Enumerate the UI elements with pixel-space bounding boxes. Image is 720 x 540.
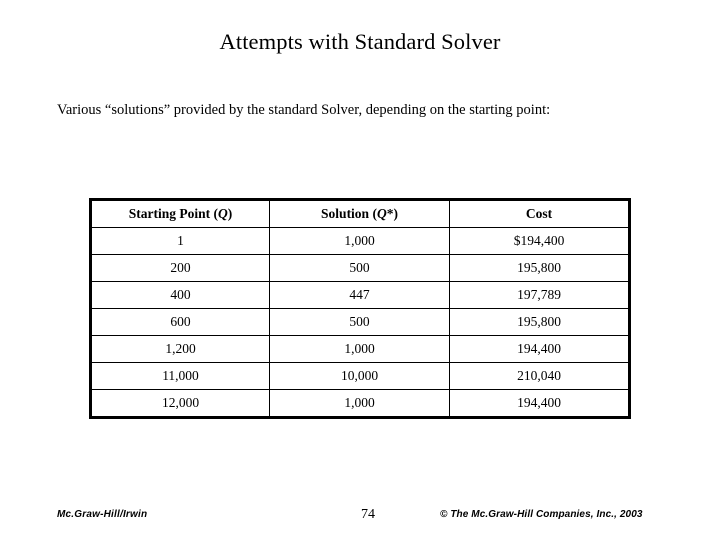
footer-page-number: 74 xyxy=(361,507,375,522)
cell-cost: 194,400 xyxy=(449,389,630,418)
cell-cost: 210,040 xyxy=(449,362,630,390)
cell-solution: 10,000 xyxy=(269,362,450,390)
column-header-starting-point-variable: Q xyxy=(218,206,228,221)
column-header-solution-suffix: *) xyxy=(386,206,398,221)
table-row: 1,200 1,000 194,400 xyxy=(90,335,630,363)
cell-cost: 195,800 xyxy=(449,254,630,282)
cell-solution: 1,000 xyxy=(269,335,450,363)
cell-cost: 195,800 xyxy=(449,308,630,336)
intro-paragraph: Various “solutions” provided by the stan… xyxy=(57,102,551,118)
cell-cost: 194,400 xyxy=(449,335,630,363)
column-header-starting-point-prefix: Starting Point ( xyxy=(128,206,218,221)
cell-solution: 500 xyxy=(269,308,450,336)
cell-cost: 197,789 xyxy=(449,281,630,309)
cell-starting-point: 200 xyxy=(90,254,270,282)
table-row: 600 500 195,800 xyxy=(90,308,630,336)
column-header-cost: Cost xyxy=(449,199,630,228)
table-header: Starting Point (Q) Solution (Q*) Cost xyxy=(90,199,630,228)
cell-starting-point: 11,000 xyxy=(90,362,270,390)
solver-results-table: Starting Point (Q) Solution (Q*) Cost 1 … xyxy=(89,198,631,419)
table-header-row: Starting Point (Q) Solution (Q*) Cost xyxy=(90,199,630,228)
table-row: 1 1,000 $194,400 xyxy=(90,227,630,255)
table-row: 400 447 197,789 xyxy=(90,281,630,309)
table-row: 11,000 10,000 210,040 xyxy=(90,362,630,390)
slide-title: Attempts with Standard Solver xyxy=(219,29,501,54)
cell-starting-point: 1 xyxy=(90,227,270,255)
footer-publisher-label: Mc.Graw-Hill/Irwin xyxy=(57,509,148,520)
cell-cost: $194,400 xyxy=(449,227,630,255)
column-header-solution: Solution (Q*) xyxy=(269,199,450,228)
cell-starting-point: 600 xyxy=(90,308,270,336)
cell-solution: 1,000 xyxy=(269,227,450,255)
column-header-starting-point-suffix: ) xyxy=(227,206,233,221)
column-header-solution-variable: Q xyxy=(376,206,387,221)
column-header-cost-label: Cost xyxy=(525,206,553,221)
column-header-starting-point: Starting Point (Q) xyxy=(90,199,270,228)
slide-footer: Mc.Graw-Hill/Irwin 74 © The Mc.Graw-Hill… xyxy=(0,505,720,531)
cell-starting-point: 1,200 xyxy=(90,335,270,363)
table-row: 200 500 195,800 xyxy=(90,254,630,282)
cell-starting-point: 12,000 xyxy=(90,389,270,418)
table-row: 12,000 1,000 194,400 xyxy=(90,389,630,418)
footer-copyright-label: © The Mc.Graw-Hill Companies, Inc., 2003 xyxy=(440,509,643,520)
cell-starting-point: 400 xyxy=(90,281,270,309)
presentation-slide: Attempts with Standard Solver Various “s… xyxy=(0,0,720,540)
cell-solution: 1,000 xyxy=(269,389,450,418)
column-header-solution-prefix: Solution ( xyxy=(321,206,377,221)
cell-solution: 447 xyxy=(269,281,450,309)
table-body: 1 1,000 $194,400 200 500 195,800 400 447… xyxy=(90,227,630,418)
solver-results-table-container: Starting Point (Q) Solution (Q*) Cost 1 … xyxy=(89,198,631,419)
cell-solution: 500 xyxy=(269,254,450,282)
